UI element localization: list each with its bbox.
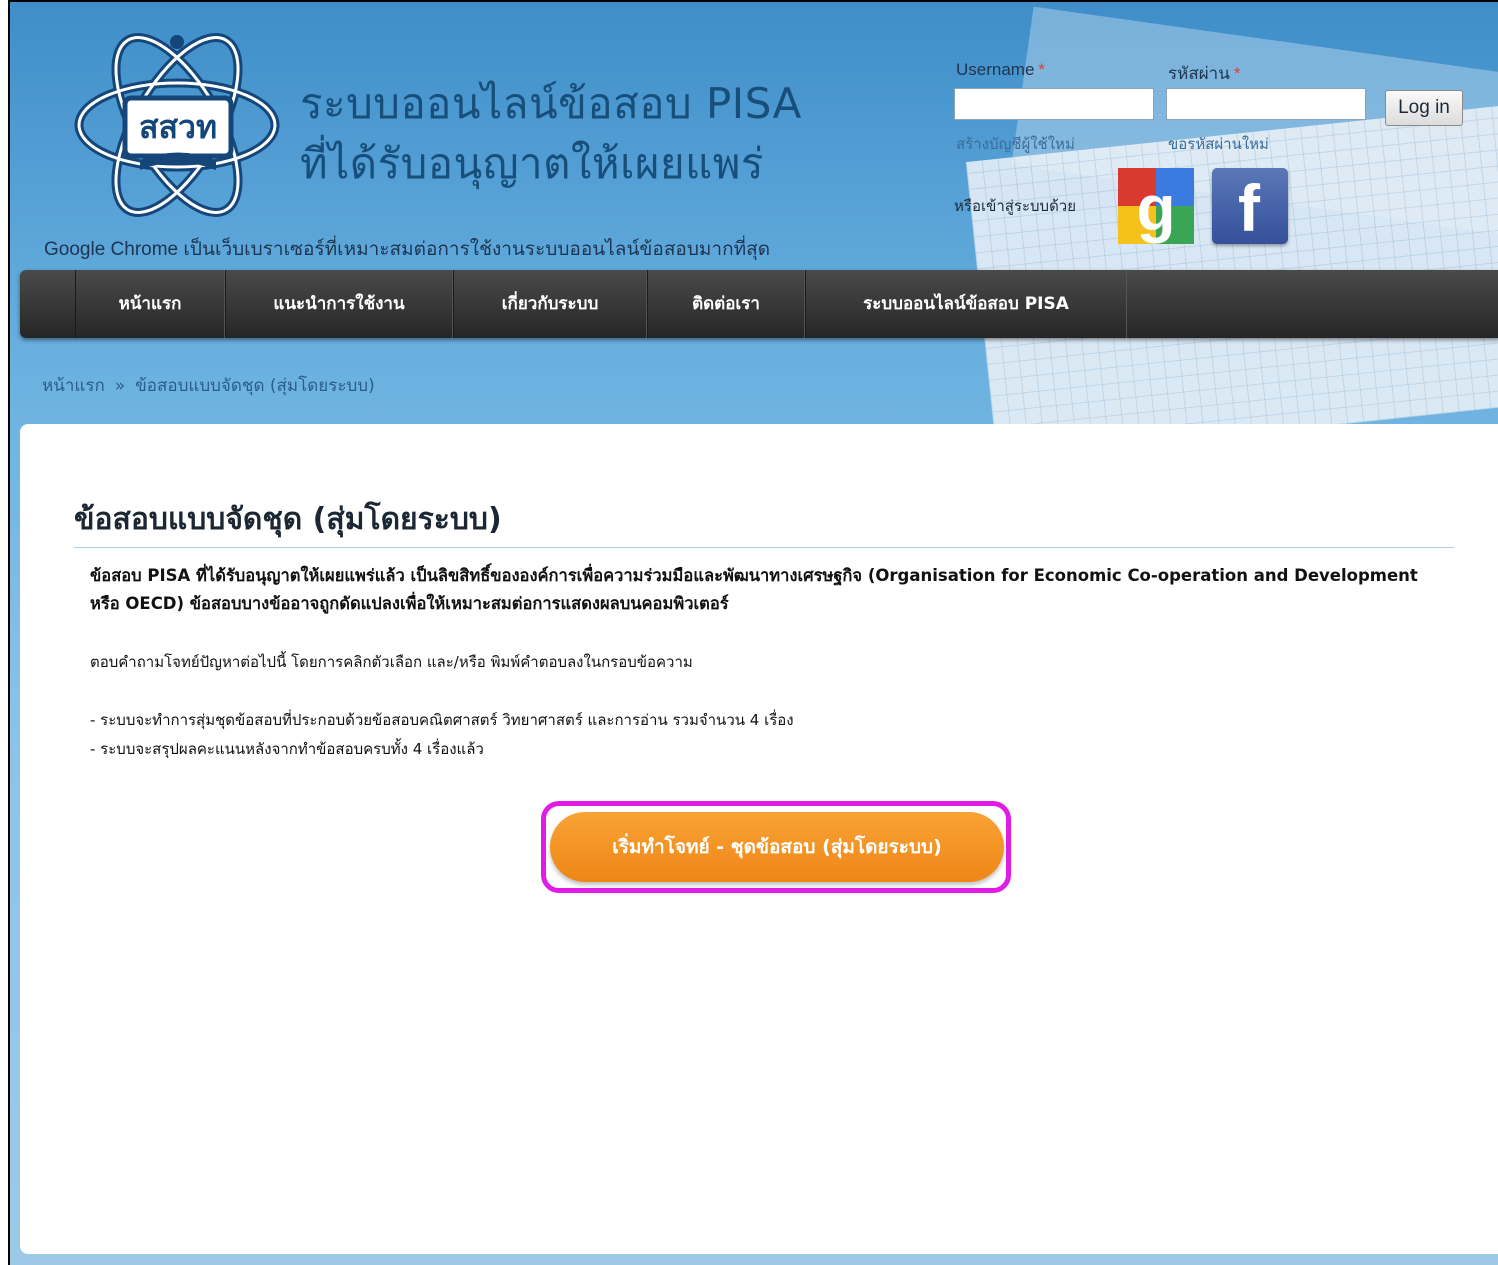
- username-label: Username *: [956, 60, 1046, 79]
- login-button[interactable]: Log in: [1385, 90, 1463, 126]
- breadcrumb-separator: »: [114, 376, 126, 396]
- nav-item-contact[interactable]: ติดต่อเรา: [647, 270, 805, 338]
- social-login-label: หรือเข้าสู่ระบบด้วย: [954, 198, 1077, 215]
- bullet-item: - ระบบจะทำการสุ่มชุดข้อสอบที่ประกอบด้วยข…: [90, 711, 794, 729]
- nav-item-pisa-system[interactable]: ระบบออนไลน์ข้อสอบ PISA: [805, 270, 1127, 338]
- site-title-line1: ระบบออนไลน์ข้อสอบ PISA: [300, 79, 802, 128]
- nav-item-home[interactable]: หน้าแรก: [75, 270, 225, 338]
- main-content: ข้อสอบแบบจัดชุด (สุ่มโดยระบบ) ข้อสอบ PIS…: [20, 424, 1498, 1254]
- site-title[interactable]: ระบบออนไลน์ข้อสอบ PISA ที่ได้รับอนุญาตให…: [300, 74, 802, 194]
- nav-item-guide[interactable]: แนะนำการใช้งาน: [225, 270, 453, 338]
- logo-text: สสวท: [139, 108, 217, 146]
- breadcrumb: หน้าแรก » ข้อสอบแบบจัดชุด (สุ่มโดยระบบ): [42, 372, 375, 399]
- svg-text:g: g: [1136, 172, 1175, 244]
- browser-recommendation: Google Chrome เป็นเว็บเบราเซอร์ที่เหมาะส…: [44, 239, 771, 260]
- breadcrumb-home[interactable]: หน้าแรก: [42, 376, 105, 396]
- start-test-button[interactable]: เริ่มทำโจทย์ - ชุดข้อสอบ (สุ่มโดยระบบ): [550, 812, 1004, 882]
- page-frame: สสวท ระบบออนไลน์ข้อสอบ PISA ที่ได้รับอนุ…: [8, 0, 1498, 1265]
- site-title-line2: ที่ได้รับอนุญาตให้เผยแพร่: [300, 139, 764, 188]
- instruction-text: ตอบคำถามโจทย์ปัญหาต่อไปนี้ โดยการคลิกตัว…: [90, 653, 693, 671]
- login-form: Username * รหัสผ่าน * Log in สร้างบัญชีผู้…: [954, 60, 1494, 250]
- facebook-glyph: f: [1238, 171, 1260, 245]
- google-plus-icon[interactable]: g: [1118, 168, 1194, 244]
- main-navigation: หน้าแรก แนะนำการใช้งาน เกี่ยวกับระบบ ติด…: [20, 270, 1498, 338]
- reset-password-link[interactable]: ขอรหัสผ่านใหม่: [1168, 132, 1269, 156]
- password-label: รหัสผ่าน *: [1168, 64, 1241, 83]
- create-account-link[interactable]: สร้างบัญชีผู้ใช้ใหม่: [956, 132, 1075, 156]
- breadcrumb-current[interactable]: ข้อสอบแบบจัดชุด (สุ่มโดยระบบ): [135, 376, 375, 396]
- ipst-logo[interactable]: สสวท: [70, 20, 285, 230]
- password-input[interactable]: [1166, 88, 1366, 120]
- bullet-item: - ระบบจะสรุปผลคะแนนหลังจากทำข้อสอบครบทั้…: [90, 740, 484, 758]
- intro-text: ข้อสอบ PISA ที่ได้รับอนุญาตให้เผยแพร่แล้…: [90, 566, 1418, 613]
- nav-item-about[interactable]: เกี่ยวกับระบบ: [453, 270, 647, 338]
- bullet-list: - ระบบจะทำการสุ่มชุดข้อสอบที่ประกอบด้วยข…: [90, 706, 794, 764]
- page-title: ข้อสอบแบบจัดชุด (สุ่มโดยระบบ): [74, 496, 1454, 548]
- username-input[interactable]: [954, 88, 1154, 120]
- facebook-icon[interactable]: f: [1212, 168, 1288, 245]
